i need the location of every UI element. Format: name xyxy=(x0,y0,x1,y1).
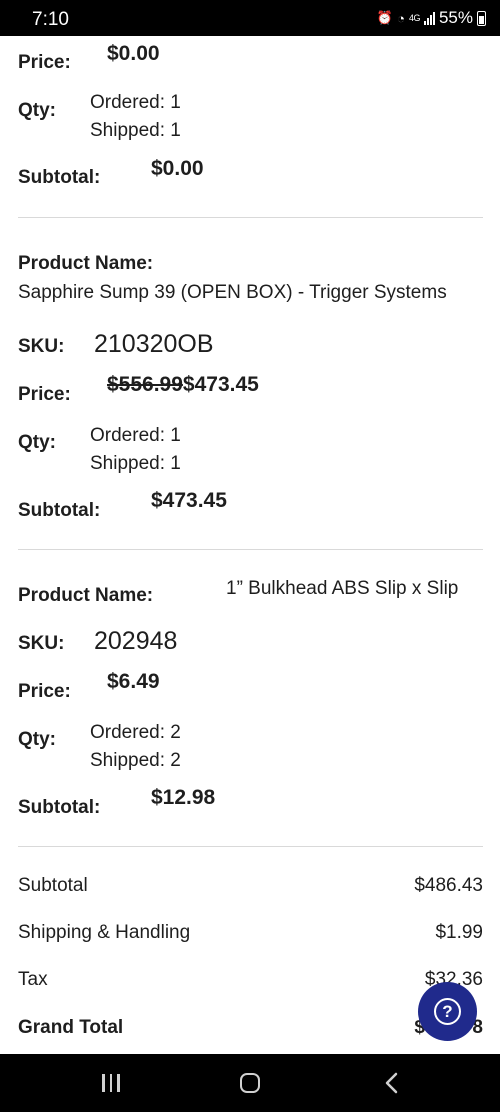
qty-label: Qty: xyxy=(18,729,56,750)
home-button[interactable] xyxy=(237,1068,263,1098)
sku-label: SKU: xyxy=(18,336,65,357)
qty-ordered: Ordered: 1 xyxy=(90,92,181,113)
battery-icon xyxy=(477,10,486,26)
summary-subtotal-value: $486.43 xyxy=(414,875,483,896)
product-name-label: Product Name: xyxy=(18,585,154,606)
tax-label: Tax xyxy=(18,969,48,990)
original-price: $556.99 xyxy=(107,373,183,396)
qty-shipped: Shipped: 1 xyxy=(90,453,181,474)
divider xyxy=(18,549,483,550)
product-name: 1” Bulkhead ABS Slip x Slip xyxy=(226,578,459,599)
alarm-icon: ⏰ xyxy=(376,10,394,25)
item-price: $473.45 xyxy=(182,373,259,396)
signal-icon xyxy=(423,11,435,25)
product-name-label: Product Name: xyxy=(18,253,154,274)
help-button[interactable]: ? xyxy=(418,982,477,1041)
sku-label: SKU: xyxy=(18,633,65,654)
wifi-icon: ◔ xyxy=(397,10,405,26)
item-price: $6.49 xyxy=(107,670,160,693)
item-subtotal: $12.98 xyxy=(151,786,216,809)
order-details: Price: $0.00 Qty: Ordered: 1 Shipped: 1 … xyxy=(0,36,500,1054)
product-name: Sapphire Sump 39 (OPEN BOX) - Trigger Sy… xyxy=(18,282,447,303)
price-label: Price: xyxy=(18,681,71,702)
network-type: 4G xyxy=(408,13,421,23)
qty-label: Qty: xyxy=(18,100,56,121)
qty-label: Qty: xyxy=(18,432,56,453)
subtotal-label: Subtotal: xyxy=(18,500,101,521)
summary-subtotal-label: Subtotal xyxy=(18,875,88,896)
shipping-label: Shipping & Handling xyxy=(18,922,191,943)
battery-percent: 55% xyxy=(438,8,473,27)
qty-ordered: Ordered: 1 xyxy=(90,425,181,446)
item-subtotal: $473.45 xyxy=(151,489,227,512)
question-icon: ? xyxy=(434,998,461,1025)
shipping-value: $1.99 xyxy=(435,922,483,943)
qty-shipped: Shipped: 2 xyxy=(90,750,181,771)
subtotal-label: Subtotal: xyxy=(18,167,101,188)
item-price-row: $556.99$473.45 xyxy=(107,373,259,397)
price-label: Price: xyxy=(18,384,71,405)
divider xyxy=(18,846,483,847)
price-label: Price: xyxy=(18,52,71,73)
qty-shipped: Shipped: 1 xyxy=(90,120,181,141)
back-button[interactable] xyxy=(378,1068,404,1098)
subtotal-label: Subtotal: xyxy=(18,797,101,818)
grand-total-label: Grand Total xyxy=(18,1017,124,1038)
status-icons: ⏰ ◔ 4G 55% xyxy=(377,8,486,28)
status-bar: 7:10 ⏰ ◔ 4G 55% xyxy=(0,0,500,36)
qty-ordered: Ordered: 2 xyxy=(90,722,181,743)
recent-apps-button[interactable] xyxy=(98,1068,124,1098)
status-time: 7:10 xyxy=(32,9,69,30)
navigation-bar xyxy=(0,1054,500,1112)
back-chevron-icon xyxy=(385,1072,398,1094)
divider xyxy=(18,217,483,218)
sku-value: 210320OB xyxy=(94,330,214,358)
sku-value: 202948 xyxy=(94,627,178,655)
item-price: $0.00 xyxy=(107,42,160,65)
item-subtotal: $0.00 xyxy=(151,157,204,180)
